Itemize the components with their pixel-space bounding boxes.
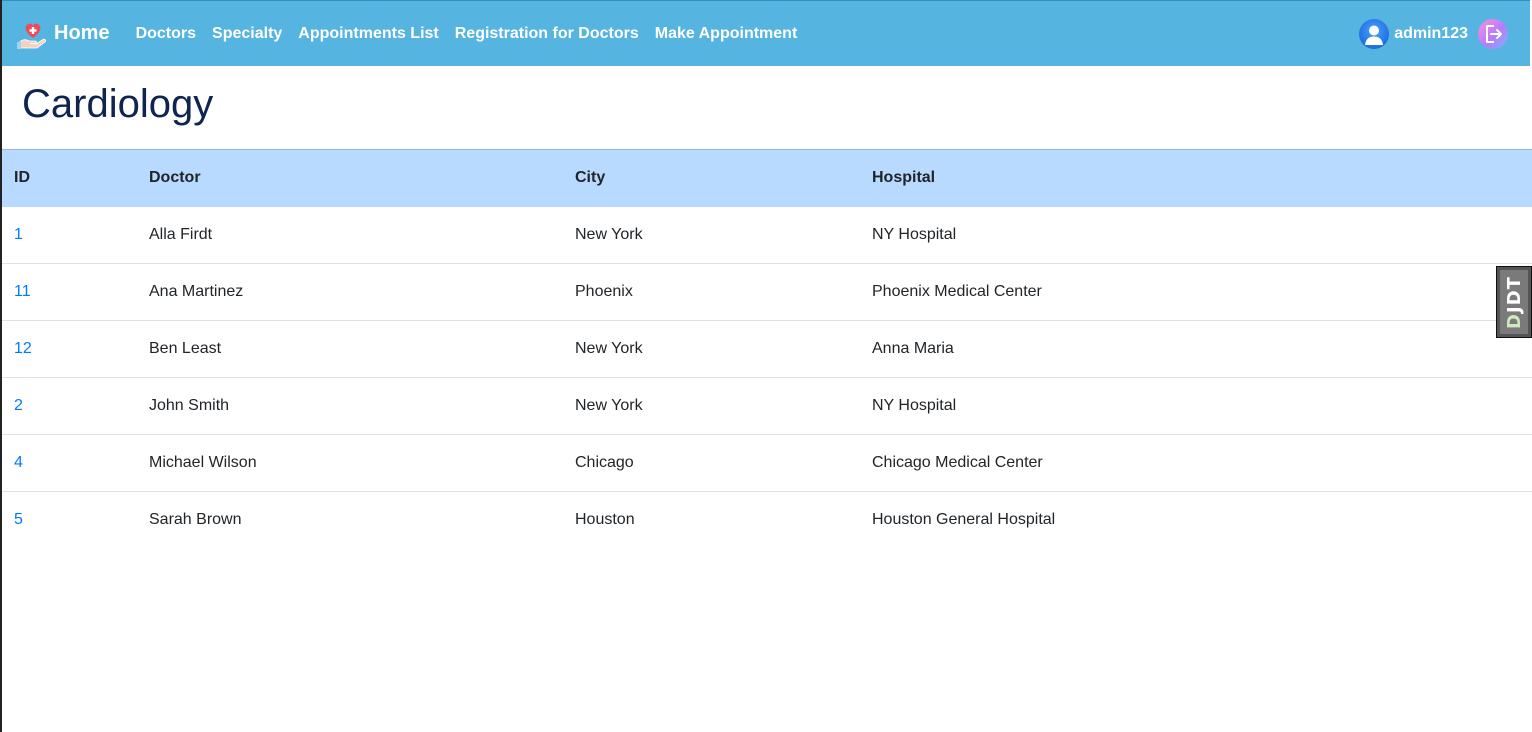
table-row: 1 Alla Firdt New York NY Hospital: [2, 207, 1532, 264]
cell-hospital: Houston General Hospital: [872, 511, 1056, 529]
djdt-label-rest: JDT: [1503, 275, 1525, 313]
cell-city: Chicago: [575, 454, 634, 471]
column-header-city: City: [563, 149, 860, 207]
nav-link-specialty[interactable]: Specialty: [212, 25, 282, 43]
nav-link-make-appointment[interactable]: Make Appointment: [655, 25, 798, 43]
cell-id: 11: [2, 264, 137, 321]
doctor-id-link[interactable]: 5: [14, 511, 23, 528]
table-row: 12 Ben Least New York Anna Maria: [2, 321, 1532, 378]
user-area: admin123: [1359, 1, 1530, 67]
cell-city: Phoenix: [575, 283, 633, 300]
nav-link-doctors[interactable]: Doctors: [136, 25, 196, 43]
cell-city: New York: [575, 225, 643, 243]
django-debug-toolbar-handle[interactable]: DJDT: [1496, 266, 1532, 338]
cell-doctor: Ana Martinez: [149, 283, 244, 300]
cell-id: 5: [2, 492, 137, 549]
cell-id: 4: [2, 435, 137, 492]
nav-links: Doctors Specialty Appointments List Regi…: [136, 25, 814, 43]
cell-doctor: John Smith: [149, 397, 230, 414]
user-avatar-icon[interactable]: [1359, 19, 1390, 49]
page-title: Cardiology: [22, 82, 214, 126]
column-header-hospital: Hospital: [860, 149, 1532, 207]
table-header: ID Doctor City Hospital: [2, 149, 1532, 207]
doctor-id-link[interactable]: 2: [14, 397, 23, 414]
top-navbar: Home Doctors Specialty Appointments List…: [2, 0, 1530, 66]
home-brand-link[interactable]: Home: [16, 17, 110, 51]
table-header-row: ID Doctor City Hospital: [2, 149, 1532, 207]
doctor-id-link[interactable]: 4: [14, 454, 23, 471]
doctor-id-link[interactable]: 12: [14, 340, 32, 357]
table-row: 4 Michael Wilson Chicago Chicago Medical…: [2, 435, 1532, 492]
doctor-id-link[interactable]: 11: [14, 283, 31, 300]
column-header-doctor: Doctor: [137, 149, 563, 207]
doctors-table: ID Doctor City Hospital 1 Alla Firdt New…: [2, 149, 1532, 549]
table-row: 11 Ana Martinez Phoenix Phoenix Medical …: [2, 264, 1532, 321]
logout-button[interactable]: [1478, 19, 1508, 49]
table-body: 1 Alla Firdt New York NY Hospital 11 Ana…: [2, 207, 1532, 549]
brand-label: Home: [54, 22, 110, 44]
cell-hospital: Anna Maria: [872, 340, 954, 357]
djdt-label-d: D: [1503, 312, 1525, 329]
column-header-id: ID: [2, 149, 137, 207]
djdt-label: DJDT: [1504, 276, 1525, 329]
heart-hand-icon: [16, 17, 50, 51]
cell-hospital: Chicago Medical Center: [872, 454, 1043, 471]
app-frame: Home Doctors Specialty Appointments List…: [0, 0, 1532, 732]
cell-id: 12: [2, 321, 137, 378]
djdt-inner: DJDT: [1500, 270, 1528, 334]
username-label[interactable]: admin123: [1394, 25, 1468, 43]
cell-hospital: NY Hospital: [872, 225, 957, 243]
cell-city: Houston: [575, 511, 635, 529]
cell-doctor: Michael Wilson: [149, 454, 257, 471]
nav-link-appointments-list[interactable]: Appointments List: [298, 25, 438, 43]
cell-city: New York: [575, 340, 643, 357]
table-row: 5 Sarah Brown Houston Houston General Ho…: [2, 492, 1532, 549]
cell-id: 1: [2, 207, 137, 264]
cell-doctor: Ben Least: [149, 340, 222, 357]
cell-hospital: Phoenix Medical Center: [872, 283, 1042, 300]
table-row: 2 John Smith New York NY Hospital: [2, 378, 1532, 435]
cell-hospital: NY Hospital: [872, 397, 957, 414]
cell-doctor: Alla Firdt: [149, 225, 213, 243]
nav-link-registration-for-doctors[interactable]: Registration for Doctors: [455, 25, 639, 43]
cell-id: 2: [2, 378, 137, 435]
cell-city: New York: [575, 397, 643, 414]
doctor-id-link[interactable]: 1: [14, 226, 23, 243]
logout-icon: [1486, 25, 1502, 43]
cell-doctor: Sarah Brown: [149, 511, 242, 529]
